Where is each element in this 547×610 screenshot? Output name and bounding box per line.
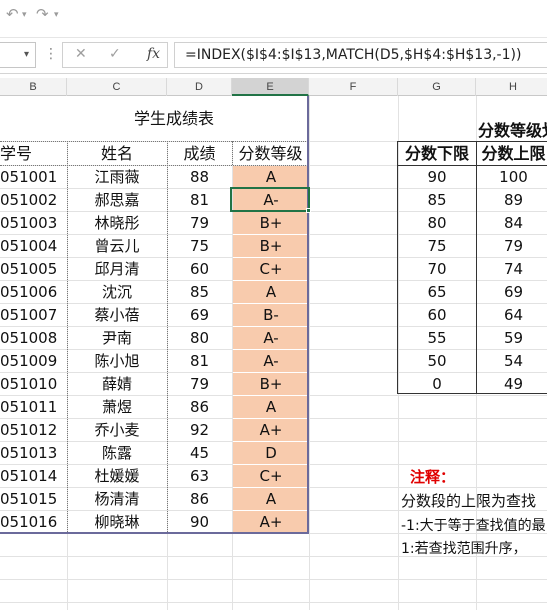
grade-table-border [397,141,547,394]
formula-input[interactable]: =INDEX($I$4:$I$13,MATCH(D5,$H$4:$H$13,-1… [174,42,547,68]
selected-cell[interactable] [230,187,310,212]
redo-dropdown-caret[interactable]: ▾ [54,10,59,20]
column-headers: B C D E F G H [0,78,547,96]
name-box-caret[interactable]: ▾ [24,49,29,60]
column-header-h[interactable]: H [476,78,547,96]
grade-table-divider [476,141,477,394]
note-line-2[interactable]: -1:大于等于查找值的最 [401,515,546,535]
formula-buttons: ✕ ✓ fx [62,42,168,68]
note-line-1[interactable]: 分数段的上限为查找 [401,490,536,511]
worksheet-grid[interactable]: 学生成绩表 学号 姓名 成绩 分数等级 051001 江雨薇 88 A 051002 郝思… [0,96,547,610]
student-table-border [0,96,309,534]
grade-table-title[interactable]: 分数等级划 [398,120,547,142]
formula-bar-grip-icon[interactable]: ⋮ [44,46,58,62]
column-header-b[interactable]: B [0,78,67,96]
note-line-3[interactable]: 1:若查找范围升序， [401,538,527,558]
undo-icon[interactable]: ↶ [6,5,19,23]
column-header-g[interactable]: G [398,78,476,96]
gridline [0,602,547,603]
column-header-d[interactable]: D [167,78,232,96]
undo-dropdown-caret[interactable]: ▾ [22,10,27,20]
cancel-icon[interactable]: ✕ [75,46,87,62]
gridline [0,579,547,580]
formula-bar: ▾ ⋮ ✕ ✓ fx =INDEX($I$4:$I$13,MATCH(D5,$H… [0,38,547,74]
column-header-c[interactable]: C [67,78,167,96]
quick-access-toolbar: ↶ ▾ ↷ ▾ [0,0,547,38]
name-box[interactable]: ▾ [0,42,36,68]
column-header-f[interactable]: F [309,78,398,96]
redo-icon[interactable]: ↷ [36,5,49,23]
insert-function-icon[interactable]: fx [147,46,160,62]
grade-table-divider [397,165,547,166]
column-header-e[interactable]: E [232,78,309,96]
note-title[interactable]: 注释： [410,466,455,487]
confirm-icon[interactable]: ✓ [109,46,121,62]
fill-handle[interactable] [306,208,311,213]
